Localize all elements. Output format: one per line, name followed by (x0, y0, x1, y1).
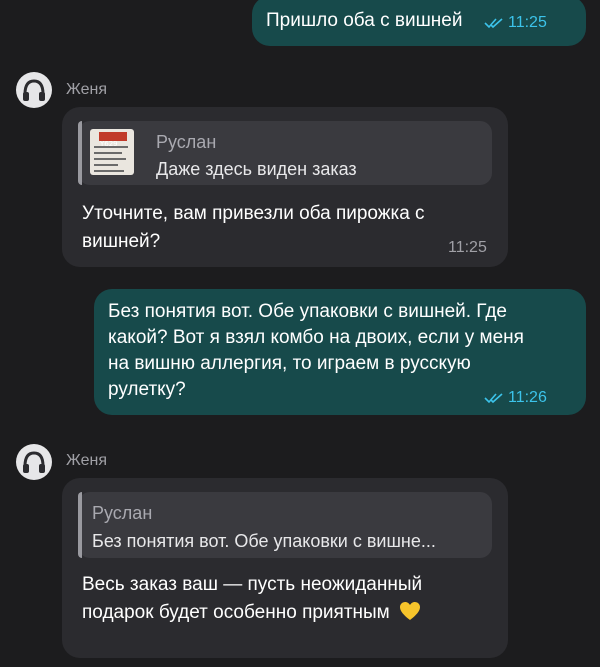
sender-name: Женя (66, 81, 107, 98)
quote-author: Руслан (156, 132, 217, 152)
headphones-avatar-icon (23, 451, 45, 473)
quote-text: Даже здесь виден заказ (156, 159, 357, 179)
incoming-message[interactable]: Y629 Руслан Даже здесь виден заказ Уточн… (62, 107, 508, 267)
quote-text: Без понятия вот. Обе упаковки с вишне... (92, 531, 436, 551)
headphones-avatar-icon (23, 79, 45, 101)
message-meta: 11:26 (484, 385, 547, 411)
yellow-heart-icon (400, 602, 421, 620)
message-line: на вишню аллергия, то играем в русскую (108, 353, 471, 374)
incoming-message[interactable]: Руслан Без понятия вот. Обе упаковки с в… (62, 478, 508, 658)
message-line: вишней? (82, 231, 161, 252)
message-line: Весь заказ ваш — пусть неожиданный (82, 574, 423, 595)
reply-quote[interactable]: Y629 Руслан Даже здесь виден заказ (78, 121, 492, 185)
message-line: Без понятия вот. Обе упаковки с вишней. … (108, 301, 507, 322)
message-text: Пришло оба с вишней (266, 10, 463, 31)
avatar[interactable] (16, 72, 52, 108)
quote-author: Руслан (92, 503, 153, 523)
message-line: рулетку? (108, 379, 186, 400)
message-line: подарок будет особенно приятным (82, 600, 421, 626)
double-check-icon (484, 393, 503, 403)
message-time: 11:26 (508, 389, 547, 406)
reply-quote[interactable]: Руслан Без понятия вот. Обе упаковки с в… (78, 492, 492, 558)
quote-thumbnail: Y629 (90, 129, 134, 175)
outgoing-message[interactable]: Без понятия вот. Обе упаковки с вишней. … (94, 289, 586, 415)
message-line-text: подарок будет особенно приятным (82, 602, 390, 623)
message-time: 11:25 (508, 14, 547, 31)
quote-bar (78, 121, 82, 185)
message-time: 11:25 (448, 239, 487, 256)
quote-bar (78, 492, 82, 558)
message-meta: 11:25 (484, 10, 547, 36)
sender-name: Женя (66, 452, 107, 469)
double-check-icon (484, 18, 503, 28)
outgoing-message[interactable]: Пришло оба с вишней 11:25 (252, 0, 586, 46)
message-line: какой? Вот я взял комбо на двоих, если у… (108, 327, 524, 348)
avatar[interactable] (16, 444, 52, 480)
message-line: Уточните, вам привезли оба пирожка с (82, 203, 425, 224)
